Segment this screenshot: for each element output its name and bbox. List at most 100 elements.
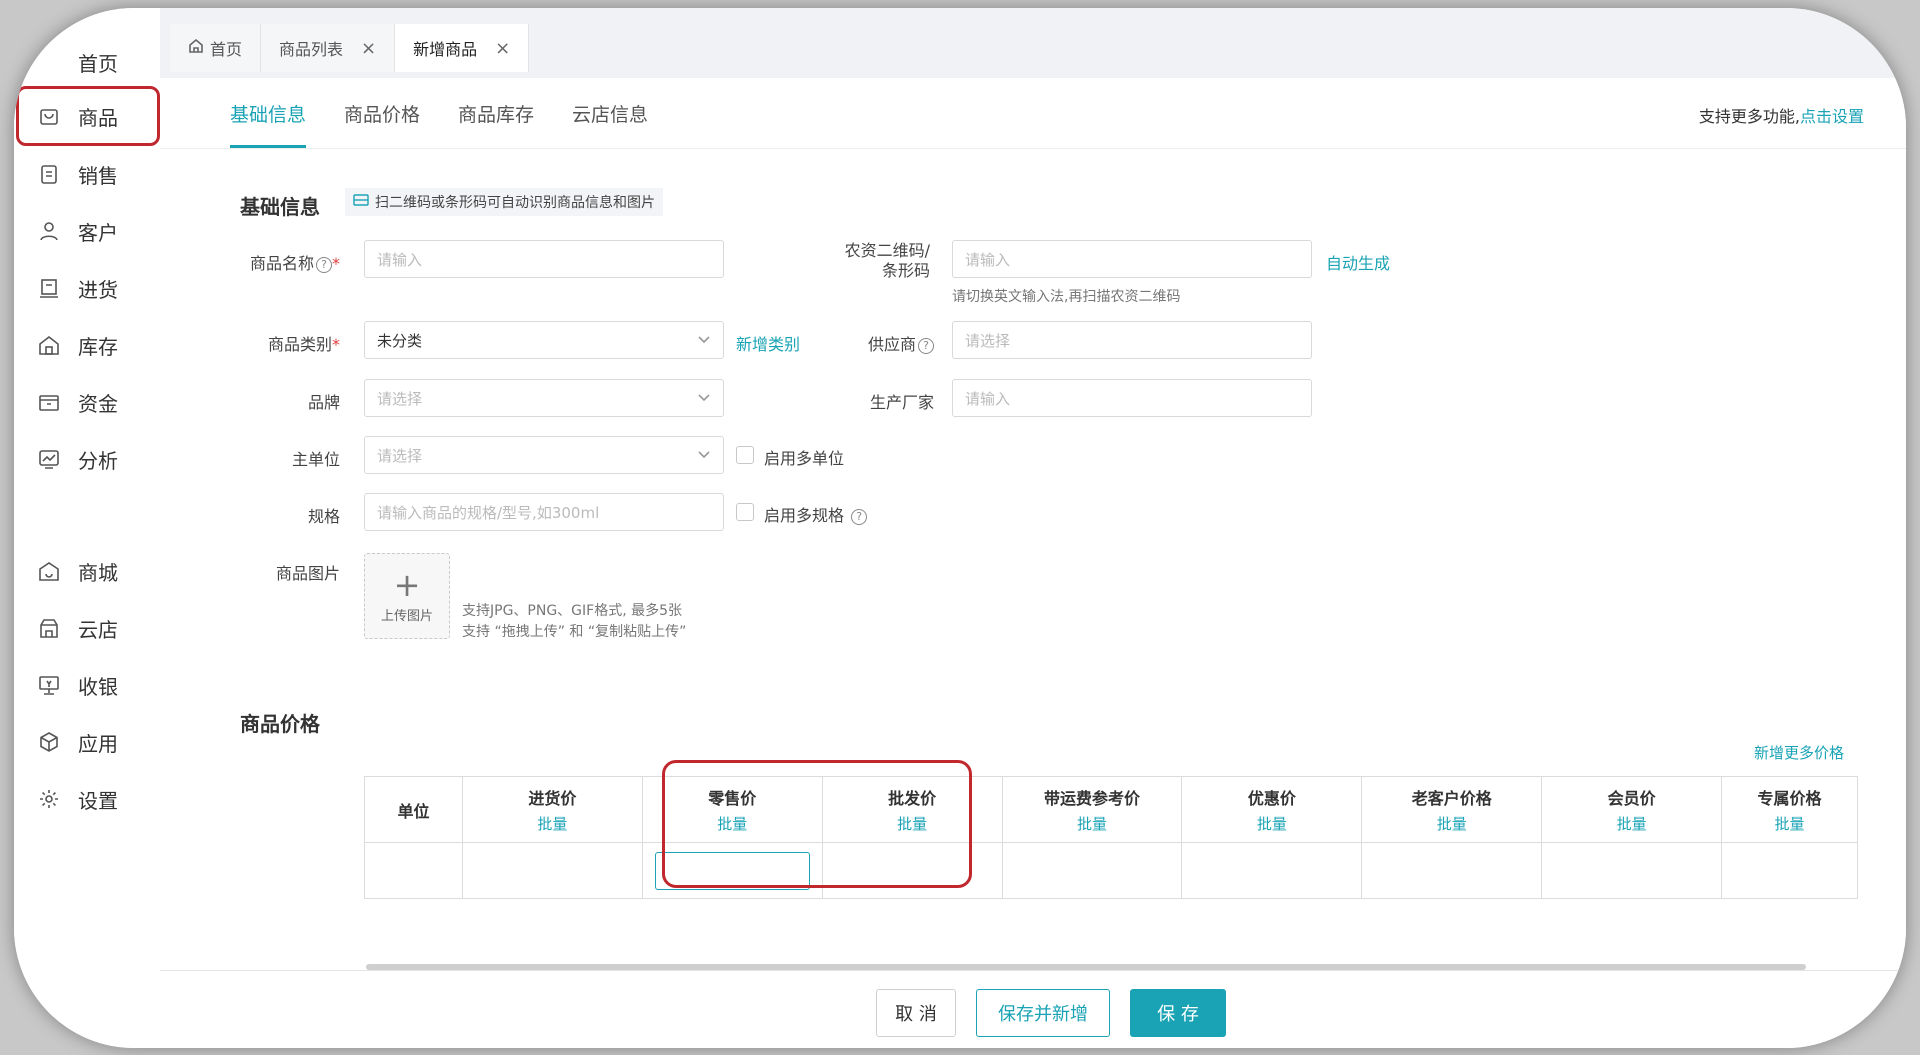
mall-icon xyxy=(32,560,66,582)
tab-product-list[interactable]: 商品列表 × xyxy=(261,24,396,72)
cell-old-customer-price[interactable] xyxy=(1361,842,1543,899)
batch-link[interactable]: 批量 xyxy=(463,813,642,834)
col-old-customer-price: 老客户价格 批量 xyxy=(1361,776,1543,843)
sub-tabs: 基础信息 商品价格 商品库存 云店信息 xyxy=(230,78,686,148)
sidebar-item-sales[interactable]: 销售 xyxy=(32,154,152,194)
supplier-select[interactable]: 请选择 xyxy=(952,321,1312,359)
help-icon[interactable]: ? xyxy=(851,509,868,525)
cell-shipping-ref-price[interactable] xyxy=(1001,842,1183,899)
qrcode-input[interactable]: 请输入 xyxy=(952,240,1312,278)
plus-icon: + xyxy=(393,565,421,604)
supplier-label: 供应商? xyxy=(850,331,934,355)
divider xyxy=(160,148,1906,149)
sidebar-item-customer[interactable]: 客户 xyxy=(32,211,152,251)
brand-select[interactable]: 请选择 xyxy=(364,379,724,417)
close-icon[interactable]: × xyxy=(495,38,510,59)
sidebar-item-label: 收银 xyxy=(78,674,118,699)
cashier-icon xyxy=(32,674,66,696)
multi-unit-label: 启用多单位 xyxy=(764,449,845,468)
cancel-button[interactable]: 取 消 xyxy=(876,989,956,1037)
price-table: 单位 进货价 批量 零售价 批量 批发价 批量 带运费参考价 批量 优惠价 批量 老客户价… xyxy=(364,776,1858,899)
sidebar-item-label: 商城 xyxy=(78,560,118,585)
scan-tip: 扫二维码或条形码可自动识别商品信息和图片 xyxy=(345,188,663,216)
help-icon[interactable]: ? xyxy=(316,257,332,273)
col-header-label: 老客户价格 xyxy=(1411,789,1492,808)
sidebar-item-mall[interactable]: 商城 xyxy=(32,551,152,591)
auto-generate-link[interactable]: 自动生成 xyxy=(1326,250,1390,274)
batch-link[interactable]: 批量 xyxy=(1182,813,1361,834)
settings-link[interactable]: 点击设置 xyxy=(1800,107,1864,126)
sidebar-item-home[interactable]: 首页 xyxy=(32,42,152,82)
subtab-basic-info[interactable]: 基础信息 xyxy=(230,78,307,148)
unit-select[interactable]: 请选择 xyxy=(364,436,724,474)
add-category-link[interactable]: 新增类别 xyxy=(736,331,800,355)
multi-spec-text: 启用多规格 xyxy=(764,506,845,525)
sidebar-item-product[interactable]: 商品 xyxy=(32,96,152,136)
sidebar-item-label: 进货 xyxy=(78,277,118,302)
image-label: 商品图片 xyxy=(275,564,340,583)
tab-new-product[interactable]: 新增商品 × xyxy=(395,24,530,72)
wallet-icon xyxy=(32,391,66,413)
sidebar-item-label: 商品 xyxy=(78,105,118,130)
sidebar-item-inventory[interactable]: 库存 xyxy=(32,325,152,365)
sidebar-item-label: 应用 xyxy=(78,731,118,756)
tab-home[interactable]: 首页 xyxy=(170,24,262,72)
unit-placeholder: 请选择 xyxy=(377,446,423,465)
sidebar-item-purchase[interactable]: 进货 xyxy=(32,268,152,308)
add-more-price-link[interactable]: 新增更多价格 xyxy=(1754,742,1844,763)
cell-unit[interactable] xyxy=(364,842,463,899)
sidebar-item-label: 销售 xyxy=(78,163,118,188)
chart-icon xyxy=(32,448,66,470)
qrcode-label: 农资二维码/条形码 xyxy=(790,241,930,281)
upload-label: 上传图片 xyxy=(380,608,433,624)
subtab-price[interactable]: 商品价格 xyxy=(344,78,420,148)
sidebar-item-funds[interactable]: 资金 xyxy=(32,382,152,422)
cell-purchase-price[interactable] xyxy=(461,842,643,899)
col-member-price: 会员价 批量 xyxy=(1541,776,1723,843)
sidebar-item-analysis[interactable]: 分析 xyxy=(32,439,152,479)
spec-input[interactable]: 请输入商品的规格/型号,如300ml xyxy=(364,493,724,531)
product-name-input[interactable]: 请输入 xyxy=(364,240,724,278)
required-mark: * xyxy=(332,335,340,354)
brand-placeholder: 请选择 xyxy=(377,389,423,408)
category-select[interactable]: 未分类 xyxy=(364,321,724,359)
batch-link[interactable]: 批量 xyxy=(1722,813,1857,834)
sidebar-item-cashier[interactable]: 收银 xyxy=(32,665,152,705)
form-panel: 基础信息 商品价格 商品库存 云店信息 支持更多功能,点击设置 基础信息 扫二维… xyxy=(160,78,1906,1048)
sidebar: 首页 商品 销售 客户 进货 库存 资金 分析 商城 云店 收银 应用 设置 xyxy=(14,8,160,1048)
multi-spec-label: 启用多规格 ? xyxy=(764,502,868,526)
upload-image-button[interactable]: + 上传图片 xyxy=(364,553,450,639)
warehouse-icon xyxy=(32,334,66,356)
spec-label: 规格 xyxy=(307,507,340,526)
batch-link[interactable]: 批量 xyxy=(1362,813,1541,834)
sidebar-item-label: 云店 xyxy=(78,617,118,642)
col-header-label: 会员价 xyxy=(1607,789,1656,808)
annotation-highlight-box xyxy=(662,760,972,888)
cell-discount-price[interactable] xyxy=(1181,842,1363,899)
more-function-tip: 支持更多功能,点击设置 xyxy=(1699,103,1864,127)
app-window: 首页 商品 销售 客户 进货 库存 资金 分析 商城 云店 收银 应用 设置 首… xyxy=(14,8,1906,1048)
subtab-cloud-store[interactable]: 云店信息 xyxy=(572,78,648,148)
subtab-stock[interactable]: 商品库存 xyxy=(458,78,534,148)
cell-member-price[interactable] xyxy=(1541,842,1723,899)
multi-spec-checkbox[interactable] xyxy=(736,503,754,521)
save-button[interactable]: 保 存 xyxy=(1130,989,1226,1037)
sidebar-item-apps[interactable]: 应用 xyxy=(32,722,152,762)
upload-hint-2: 支持 “拖拽上传” 和 “复制粘贴上传” xyxy=(462,624,687,640)
help-icon[interactable]: ? xyxy=(918,338,934,354)
close-icon[interactable]: × xyxy=(361,38,376,59)
qrcode-hint: 请切换英文输入法,再扫描农资二维码 xyxy=(952,289,1181,305)
multi-unit-checkbox[interactable] xyxy=(736,446,754,464)
sidebar-item-settings[interactable]: 设置 xyxy=(32,779,152,819)
batch-link[interactable]: 批量 xyxy=(1003,813,1182,834)
clipboard-icon xyxy=(32,163,66,185)
sidebar-item-cloud-store[interactable]: 云店 xyxy=(32,608,152,648)
cell-exclusive-price[interactable] xyxy=(1721,842,1858,899)
batch-link[interactable]: 批量 xyxy=(1542,813,1721,834)
manufacturer-input[interactable]: 请输入 xyxy=(952,379,1312,417)
save-and-new-button[interactable]: 保存并新增 xyxy=(976,989,1110,1037)
sidebar-item-label: 设置 xyxy=(78,788,118,813)
scan-tip-text: 扫二维码或条形码可自动识别商品信息和图片 xyxy=(375,195,655,211)
tab-label: 首页 xyxy=(210,40,243,59)
gear-icon xyxy=(32,788,66,810)
